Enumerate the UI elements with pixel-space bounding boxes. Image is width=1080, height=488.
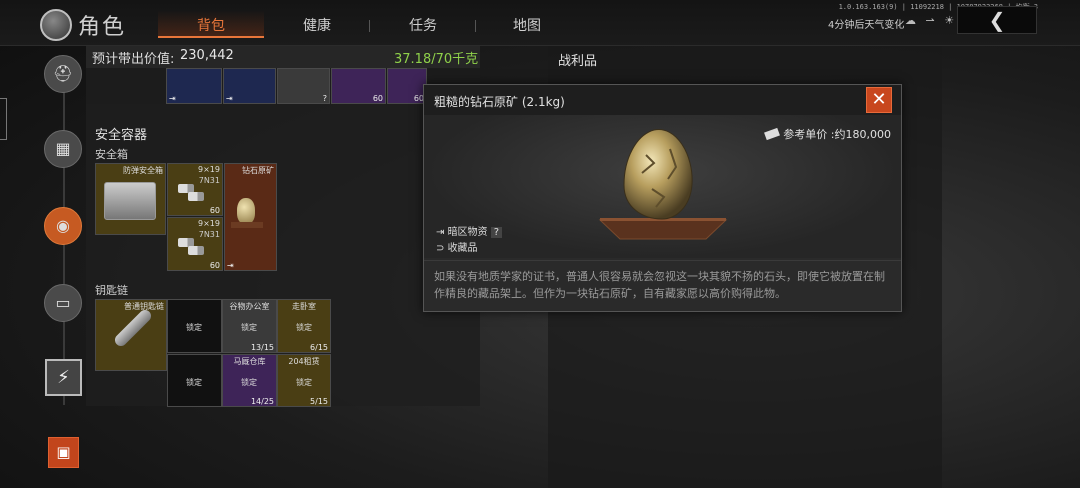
backpack-slot[interactable]: ⇥: [166, 68, 222, 104]
tab-map[interactable]: 地图: [476, 15, 578, 35]
help-icon[interactable]: ?: [490, 227, 503, 238]
safe-container-title: 安全容器: [95, 128, 148, 143]
backpack-slot[interactable]: 60: [387, 68, 427, 104]
weather-icon: ☁ ⇀ ☀: [905, 14, 958, 27]
tab-tasks[interactable]: 任务: [370, 15, 476, 35]
keychain-slot[interactable]: 普通钥匙链: [95, 299, 167, 371]
ammo-slot[interactable]: 9×19 7N31 60: [167, 217, 223, 271]
page-title: 角色: [78, 15, 127, 40]
link-icon: ⊃: [436, 243, 448, 254]
item-title: 粗糙的钻石原矿 (2.1kg): [434, 95, 565, 109]
vest-icon[interactable]: ▦: [44, 130, 82, 168]
key-slot[interactable]: 204租赁 锁定 5/15: [277, 354, 331, 407]
active-tab-underline: [158, 36, 264, 38]
backpack-slot[interactable]: ⇥: [223, 68, 276, 104]
side-drawer-handle[interactable]: [0, 98, 7, 140]
backpack-icon[interactable]: ◉: [44, 207, 82, 245]
chevron-left-icon: ❮: [988, 8, 1006, 32]
pedestal-icon: [231, 222, 263, 228]
popup-divider: [424, 260, 901, 261]
helmet-icon[interactable]: ⛑: [44, 55, 82, 93]
locked-slot: 锁定: [167, 299, 222, 353]
exit-icon: ⇥: [436, 227, 448, 238]
loot-title: 战利品: [558, 54, 598, 69]
bag-alert-icon[interactable]: ▣: [48, 437, 79, 468]
back-button[interactable]: ❮: [957, 6, 1037, 34]
globe-logo-icon: [40, 9, 72, 41]
reference-price: 参考单价 :约180,000: [764, 126, 891, 142]
case-icon: [104, 182, 156, 220]
key-slot[interactable]: 走卧室 锁定 6/15: [277, 299, 331, 353]
cash-icon: [764, 127, 781, 141]
safe-box-label: 安全箱: [95, 148, 128, 161]
armored-case-slot[interactable]: 防弹安全箱: [95, 163, 166, 235]
value-label: 预计带出价值:: [92, 52, 175, 67]
item-detail-popup: 粗糙的钻石原矿 (2.1kg) ✕ 参考单价 :约180,000 ⇥ 暗区物资 …: [423, 84, 902, 312]
energy-icon[interactable]: ⚡: [45, 359, 82, 396]
tab-health[interactable]: 健康: [264, 15, 370, 35]
tab-backpack[interactable]: 背包: [158, 15, 264, 35]
tag-collectible: ⊃ 收藏品: [436, 243, 478, 254]
key-slot[interactable]: 马厩仓库 锁定 14/25: [222, 354, 277, 407]
bullet-icon: [188, 192, 204, 201]
ammo-slot[interactable]: 9×19 7N31 60: [167, 163, 223, 216]
tag-dark-zone: ⇥ 暗区物资 ?: [436, 223, 503, 238]
close-button[interactable]: ✕: [866, 87, 892, 113]
diamond-ore-slot[interactable]: 钻石原矿 ⇥: [224, 163, 277, 271]
close-icon: ✕: [871, 89, 887, 110]
weight-indicator: 37.18/70千克: [394, 52, 479, 67]
locked-slot: 锁定: [167, 354, 222, 407]
case-icon[interactable]: ▭: [44, 284, 82, 322]
ore-icon: [237, 198, 255, 224]
key-slot[interactable]: 谷物办公室 锁定 13/15: [222, 299, 277, 353]
item-description: 如果没有地质学家的证书，普通人很容易就会忽视这一块其貌不扬的石头，即使它被放置在…: [434, 270, 885, 300]
value-amount: 230,442: [180, 48, 234, 63]
keychain-title: 钥匙链: [95, 284, 128, 297]
weather-change-text: 4分钟后天气变化: [828, 20, 905, 31]
backpack-slot[interactable]: 60: [331, 68, 386, 104]
bullet-icon: [188, 246, 204, 255]
keychain-icon: [112, 307, 154, 349]
backpack-slot[interactable]: ?: [277, 68, 330, 104]
